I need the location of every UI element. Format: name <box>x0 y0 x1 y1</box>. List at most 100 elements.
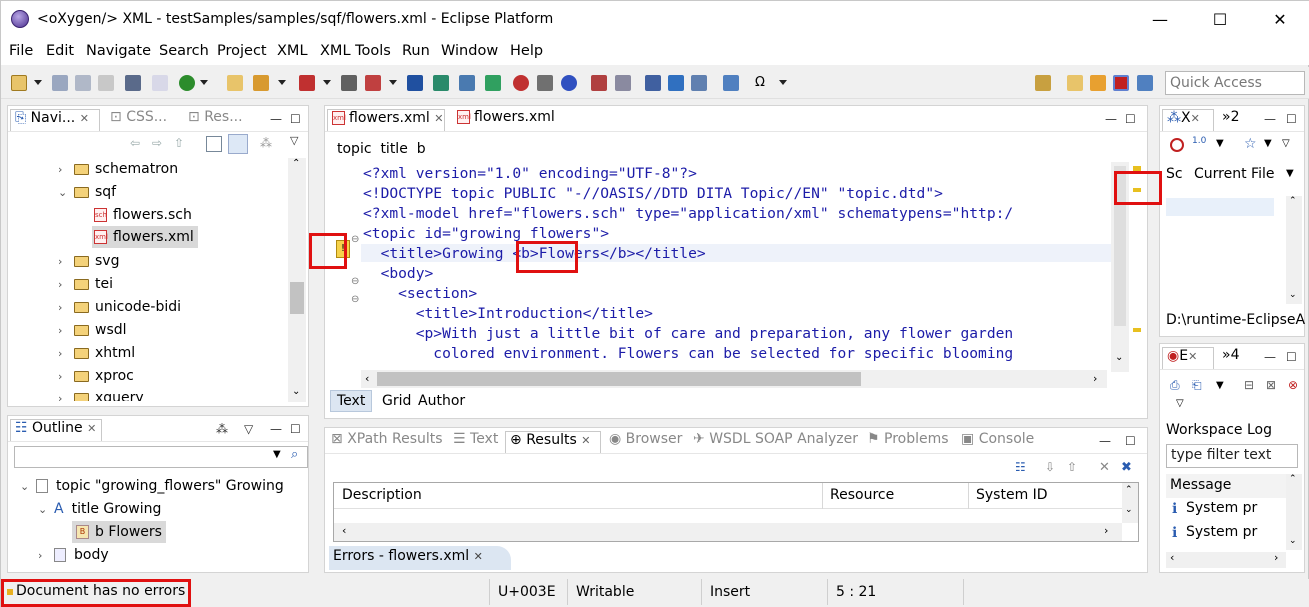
breadcrumb-item[interactable]: topic <box>337 141 372 157</box>
resource-perspective-icon[interactable] <box>1067 75 1083 91</box>
breadcrumb-item[interactable]: title <box>380 141 407 157</box>
breadcrumb-item[interactable]: b <box>417 141 426 157</box>
quick-access-input[interactable]: Quick Access <box>1165 71 1305 95</box>
tree-icon[interactable] <box>485 75 501 91</box>
minimize-button[interactable]: — <box>1137 1 1183 39</box>
tab-results[interactable]: ⊕ Results ✕ <box>505 431 601 453</box>
overview-warning-marker[interactable] <box>1133 328 1141 332</box>
forward-icon[interactable]: ⇨ <box>152 136 162 150</box>
tab-more-views[interactable]: »2 <box>1218 109 1243 131</box>
omega-icon[interactable]: Ω <box>755 75 771 91</box>
tab-wsdl-soap-analyzer[interactable]: ✈ WSDL SOAP Analyzer <box>689 431 862 453</box>
minimize-icon[interactable]: — <box>1105 112 1117 126</box>
tree-item[interactable]: › wsdl <box>58 319 127 341</box>
new-dropdown-icon[interactable] <box>34 80 42 85</box>
open-folder-icon[interactable] <box>227 75 243 91</box>
minimize-icon[interactable]: — <box>1264 112 1276 126</box>
delete-log-icon[interactable]: ⊠ <box>1266 378 1276 392</box>
outline-row[interactable]: › body <box>38 544 109 566</box>
tab-browser[interactable]: ◉ Browser <box>605 431 686 453</box>
scroll-down-icon[interactable]: ⌄ <box>292 386 300 397</box>
outline-row[interactable]: ⌄ topic "growing_flowers" Growing <box>20 475 284 497</box>
check-well-formed-icon[interactable] <box>299 75 315 91</box>
apply-transformation-icon[interactable] <box>513 75 529 91</box>
menu-search[interactable]: Search <box>159 43 209 59</box>
scroll-down-icon[interactable]: ⌄ <box>1115 352 1123 363</box>
validate-icon[interactable] <box>179 75 195 91</box>
chevron-right-icon[interactable]: › <box>58 274 74 296</box>
navigator-scrollbar[interactable]: ⌃ ⌄ <box>288 158 306 402</box>
outline-filter-input[interactable]: ▼ ⌕ <box>14 446 308 468</box>
results-scrollbar[interactable]: ⌃ ⌄ <box>1122 483 1138 523</box>
tree-item[interactable]: › xhtml <box>58 342 135 364</box>
save-all-icon[interactable] <box>75 75 91 91</box>
xpath-scrollbar[interactable]: ⌃ ⌄ <box>1286 196 1302 304</box>
view-menu-icon[interactable]: ⁂ <box>260 136 272 150</box>
chevron-right-icon[interactable]: › <box>38 545 54 567</box>
chevron-down-icon[interactable]: ⌄ <box>20 476 36 498</box>
tree-item[interactable]: sch flowers.sch <box>94 204 192 226</box>
errors-tab[interactable]: Errors - flowers.xml ✕ <box>329 546 511 570</box>
mode-tab-text[interactable]: Text <box>330 390 373 412</box>
tree-item[interactable]: ⌄ sqf <box>58 181 116 203</box>
configure-transformation-icon[interactable] <box>537 75 553 91</box>
remove-icon[interactable]: ✕ <box>1099 460 1110 475</box>
xpath-icon[interactable] <box>691 75 707 91</box>
tab-editor-flowers-xml[interactable]: xml flowers.xml <box>453 109 559 131</box>
chevron-right-icon[interactable]: › <box>58 159 74 181</box>
xml-perspective-icon[interactable] <box>1113 75 1129 91</box>
chevron-right-icon[interactable]: › <box>58 251 74 273</box>
maximize-icon[interactable]: ☐ <box>1125 112 1136 126</box>
code-line[interactable]: <title>Introduction</title> <box>363 304 653 324</box>
log-row[interactable]: ℹ System pr <box>1166 524 1286 546</box>
validation-scenario-dropdown-icon[interactable] <box>389 80 397 85</box>
search-window-icon[interactable] <box>125 75 141 91</box>
tree-item[interactable]: › unicode-bidi <box>58 296 181 318</box>
maximize-button[interactable]: ☐ <box>1197 1 1243 39</box>
tree-item[interactable]: › xquery <box>58 387 144 401</box>
up-icon[interactable]: ⇧ <box>174 136 184 150</box>
outline-icon[interactable] <box>668 75 684 91</box>
symbol-dropdown-icon[interactable] <box>779 80 787 85</box>
minimize-icon[interactable]: — <box>270 422 282 436</box>
code-line[interactable]: <p>With just a little bit of care and pr… <box>363 324 1107 344</box>
column-description[interactable]: Description <box>342 487 422 503</box>
tab-problems[interactable]: ⚑ Problems <box>863 431 953 453</box>
next-icon[interactable]: ⇩ <box>1045 460 1055 474</box>
group-icon[interactable]: ☷ <box>1015 460 1026 474</box>
favorite-star-icon[interactable]: ☆ <box>1244 136 1257 152</box>
tree-item[interactable]: › xproc <box>58 365 134 387</box>
restore-log-icon[interactable]: ⊗ <box>1288 378 1298 392</box>
chevron-right-icon[interactable]: › <box>58 320 74 342</box>
chevron-right-icon[interactable]: › <box>58 343 74 365</box>
log-scrollbar[interactable]: ⌃ ⌄ <box>1286 474 1302 550</box>
maximize-icon[interactable]: ☐ <box>290 112 301 126</box>
tree-item[interactable]: › tei <box>58 273 113 295</box>
import-log-icon[interactable]: ⎗ <box>1192 378 1202 393</box>
menu-project[interactable]: Project <box>217 43 267 59</box>
tab-editor-flowers-xml-active[interactable]: xml flowers.xml ✕ <box>327 109 445 131</box>
maximize-icon[interactable]: ☐ <box>290 422 301 436</box>
version-dropdown-icon[interactable]: ▼ <box>1216 138 1224 149</box>
fold-icon[interactable]: ⊖ <box>351 294 359 305</box>
chevron-down-icon[interactable]: ⌄ <box>38 499 54 521</box>
export-log-icon[interactable]: ⎙ <box>1170 378 1180 393</box>
tree-item[interactable]: › schematron <box>58 158 178 180</box>
collapse-all-icon[interactable] <box>206 136 222 152</box>
view-menu-dropdown-icon[interactable]: ▽ <box>290 134 298 147</box>
scroll-right-icon[interactable]: › <box>1093 372 1097 385</box>
maximize-icon[interactable]: ☐ <box>1286 112 1297 126</box>
fold-icon[interactable]: ⊖ <box>351 234 359 245</box>
debug-icon[interactable] <box>561 75 577 91</box>
view-menu-icon[interactable]: ▽ <box>1282 138 1290 149</box>
transform-icon[interactable] <box>253 75 269 91</box>
mode-tab-author[interactable]: Author <box>414 393 469 409</box>
outline-view-menu-icon[interactable]: ▽ <box>244 422 253 436</box>
menu-navigate[interactable]: Navigate <box>86 43 151 59</box>
chevron-right-icon[interactable]: › <box>58 366 74 388</box>
scroll-thumb[interactable] <box>377 372 861 386</box>
minimize-icon[interactable]: — <box>1264 350 1276 364</box>
scroll-left-icon[interactable]: ‹ <box>365 372 369 385</box>
column-resource[interactable]: Resource <box>830 487 894 503</box>
transform-dropdown-icon[interactable] <box>278 80 286 85</box>
